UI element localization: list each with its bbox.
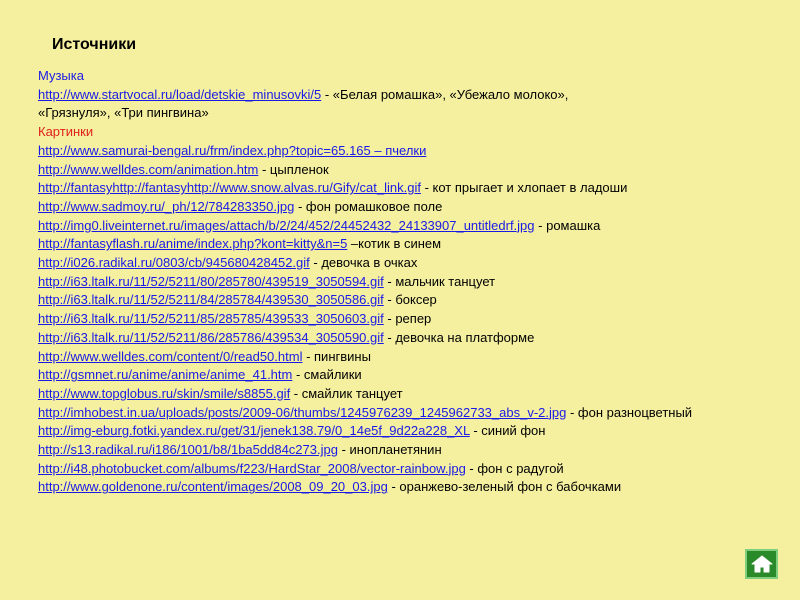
list-item: http://www.welldes.com/content/0/read50.… xyxy=(38,348,778,367)
source-desc: - репер xyxy=(383,311,432,327)
source-link[interactable]: http://www.topglobus.ru/skin/smile/s8855… xyxy=(38,386,290,401)
source-desc: –котик в синем xyxy=(347,236,442,252)
source-desc: - девочка на платформе xyxy=(383,329,535,345)
list-item: http://i48.photobucket.com/albums/f223/H… xyxy=(38,460,778,479)
list-item: http://www.topglobus.ru/skin/smile/s8855… xyxy=(38,385,778,404)
source-link[interactable]: http://www.welldes.com/content/0/read50.… xyxy=(38,349,302,364)
music-source: http://www.startvocal.ru/load/detskie_mi… xyxy=(38,86,778,123)
music-source-link[interactable]: http://www.startvocal.ru/load/detskie_mi… xyxy=(38,87,321,102)
source-desc: - кот прыгает и хлопает в ладоши xyxy=(420,180,628,196)
source-desc: - смайлик танцует xyxy=(290,385,403,401)
list-item: http://img0.liveinternet.ru/images/attac… xyxy=(38,217,778,236)
list-item: http://i63.ltalk.ru/11/52/5211/80/285780… xyxy=(38,273,778,292)
home-icon xyxy=(751,555,772,573)
source-link[interactable]: http://s13.radikal.ru/i186/1001/b8/1ba5d… xyxy=(38,442,338,457)
list-item: http://fantasyflash.ru/anime/index.php?k… xyxy=(38,235,778,254)
music-source-desc-cont: «Грязнуля», «Три пингвина» xyxy=(38,105,209,121)
source-desc: - инопланетянин xyxy=(337,442,442,458)
list-item: http://www.samurai-bengal.ru/frm/index.p… xyxy=(38,142,778,161)
sources-list: Музыка http://www.startvocal.ru/load/det… xyxy=(38,67,778,497)
source-desc: - мальчик танцует xyxy=(383,273,496,289)
source-link[interactable]: http://www.welldes.com/animation.htm xyxy=(38,162,258,177)
page-title: Источники xyxy=(52,36,137,53)
source-link[interactable]: http://i48.photobucket.com/albums/f223/H… xyxy=(38,461,466,476)
source-link[interactable]: http://i63.ltalk.ru/11/52/5211/85/285785… xyxy=(38,311,384,326)
list-item: http://www.welldes.com/animation.htm - ц… xyxy=(38,161,778,180)
list-item: http://fantasyhttp://fantasyhttp://www.s… xyxy=(38,179,778,198)
source-link[interactable]: http://www.samurai-bengal.ru/frm/index.p… xyxy=(38,143,426,158)
source-link[interactable]: http://i63.ltalk.ru/11/52/5211/80/285780… xyxy=(38,274,384,289)
source-link[interactable]: http://img0.liveinternet.ru/images/attac… xyxy=(38,218,535,233)
list-item: http://imhobest.in.ua/uploads/posts/2009… xyxy=(38,404,778,423)
source-desc: - цыпленок xyxy=(258,161,329,177)
source-desc: - боксер xyxy=(383,292,437,308)
source-desc: - оранжево-зеленый фон с бабочками xyxy=(387,479,622,495)
list-item: http://gsmnet.ru/anime/anime/anime_41.ht… xyxy=(38,366,778,385)
source-desc: - девочка в очках xyxy=(309,255,418,271)
source-link[interactable]: http://fantasyflash.ru/anime/index.php?k… xyxy=(38,236,347,251)
home-button[interactable] xyxy=(745,549,778,579)
source-desc: - фон ромашковое поле xyxy=(294,198,443,214)
list-item: http://i63.ltalk.ru/11/52/5211/86/285786… xyxy=(38,329,778,348)
list-item: http://s13.radikal.ru/i186/1001/b8/1ba5d… xyxy=(38,441,778,460)
source-link[interactable]: http://www.sadmoy.ru/_ph/12/784283350.jp… xyxy=(38,199,294,214)
source-link[interactable]: http://www.goldenone.ru/content/images/2… xyxy=(38,479,388,494)
list-item: http://i63.ltalk.ru/11/52/5211/84/285784… xyxy=(38,291,778,310)
source-link[interactable]: http://img-eburg.fotki.yandex.ru/get/31/… xyxy=(38,423,470,438)
source-link[interactable]: http://i63.ltalk.ru/11/52/5211/86/285786… xyxy=(38,330,384,345)
source-link[interactable]: http://i63.ltalk.ru/11/52/5211/84/285784… xyxy=(38,292,384,307)
source-desc: - фон разноцветный xyxy=(566,404,693,420)
source-desc: - пингвины xyxy=(302,348,371,364)
pictures-heading: Картинки xyxy=(38,124,94,140)
music-source-desc: - «Белая ромашка», «Убежало молоко», xyxy=(321,86,569,102)
list-item: http://www.goldenone.ru/content/images/2… xyxy=(38,478,778,497)
source-desc: - синий фон xyxy=(469,423,546,439)
source-link[interactable]: http://i026.radikal.ru/0803/cb/945680428… xyxy=(38,255,310,270)
source-desc: - ромашка xyxy=(534,217,601,233)
list-item: http://www.sadmoy.ru/_ph/12/784283350.jp… xyxy=(38,198,778,217)
source-link[interactable]: http://imhobest.in.ua/uploads/posts/2009… xyxy=(38,405,566,420)
music-heading: Музыка xyxy=(38,68,84,83)
source-link[interactable]: http://gsmnet.ru/anime/anime/anime_41.ht… xyxy=(38,367,292,382)
source-link[interactable]: http://fantasyhttp://fantasyhttp://www.s… xyxy=(38,180,421,195)
list-item: http://img-eburg.fotki.yandex.ru/get/31/… xyxy=(38,422,778,441)
list-item: http://i026.radikal.ru/0803/cb/945680428… xyxy=(38,254,778,273)
list-item: http://i63.ltalk.ru/11/52/5211/85/285785… xyxy=(38,310,778,329)
source-desc: - смайлики xyxy=(292,367,362,383)
source-desc: - фон с радугой xyxy=(465,460,564,476)
